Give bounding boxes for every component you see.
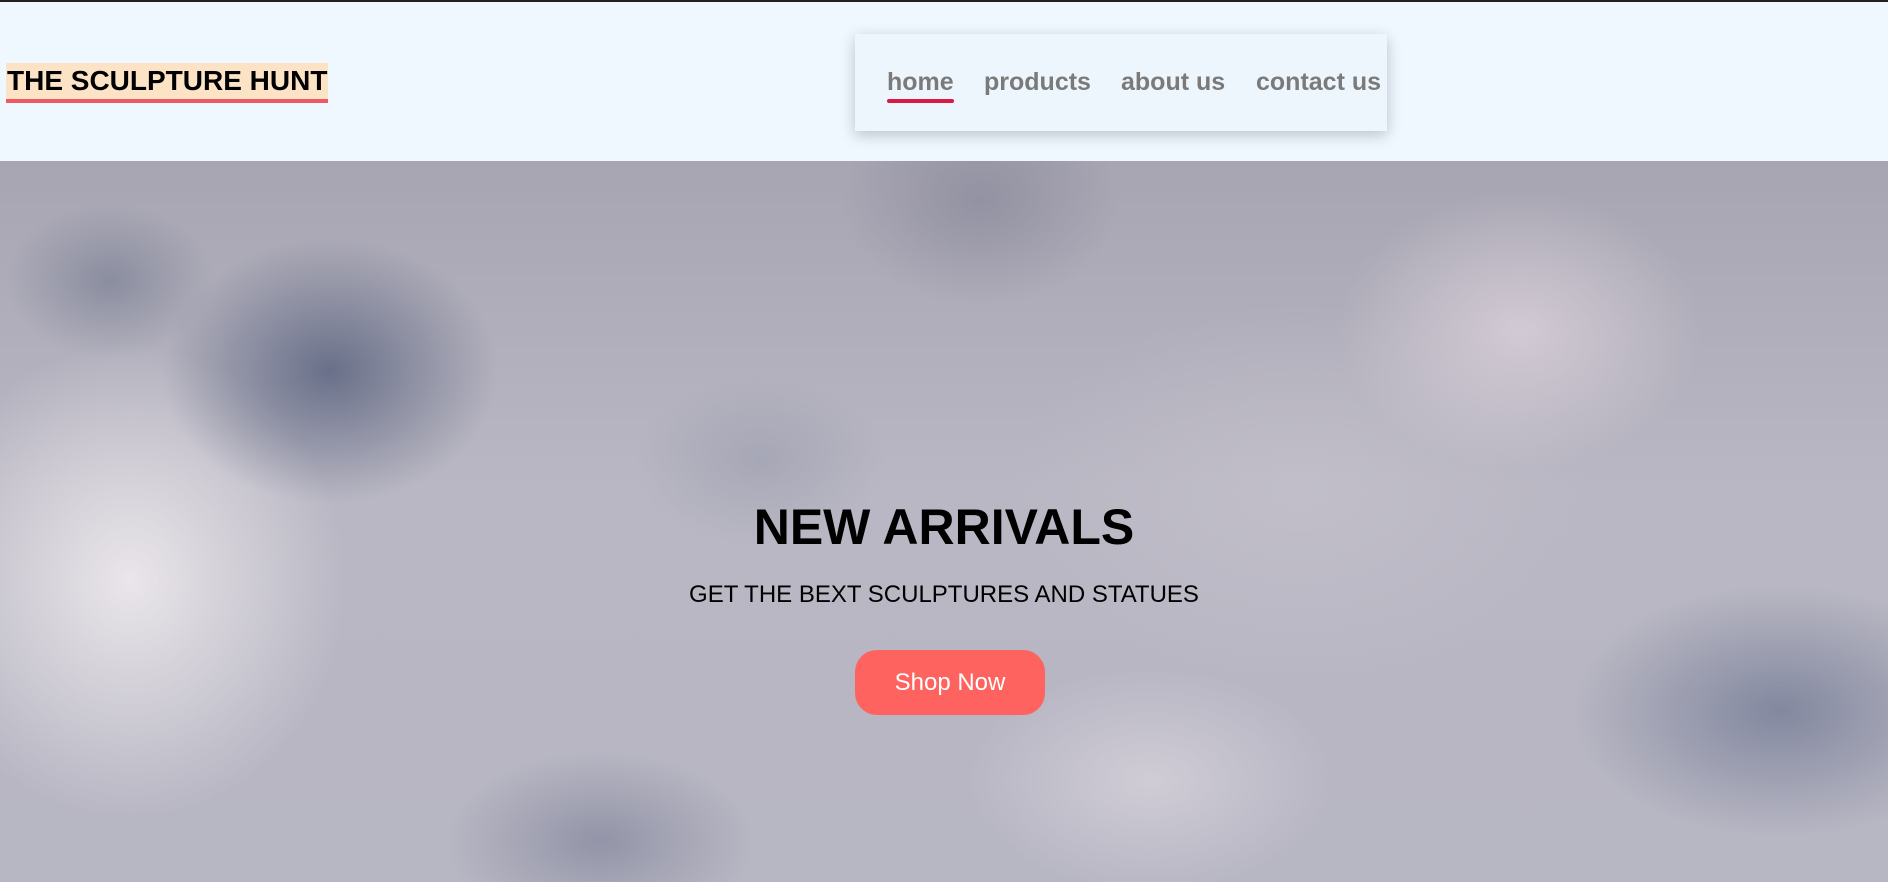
- site-header: THE SCULPTURE HUNT home products about u…: [0, 0, 1888, 161]
- hero-subtitle: GET THE BEXT SCULPTURES AND STATUES: [689, 581, 1199, 608]
- hero-banner: NEW ARRIVALS GET THE BEXT SCULPTURES AND…: [0, 161, 1888, 882]
- hero-title: NEW ARRIVALS: [753, 499, 1135, 555]
- nav-item-home[interactable]: home: [887, 66, 954, 103]
- site-logo[interactable]: THE SCULPTURE HUNT: [6, 63, 329, 103]
- shop-now-button[interactable]: Shop Now: [855, 650, 1045, 715]
- nav-item-products[interactable]: products: [984, 66, 1091, 100]
- nav-item-about-us[interactable]: about us: [1121, 66, 1225, 100]
- nav-item-contact-us[interactable]: contact us: [1256, 66, 1381, 100]
- main-nav: home products about us contact us: [855, 34, 1387, 131]
